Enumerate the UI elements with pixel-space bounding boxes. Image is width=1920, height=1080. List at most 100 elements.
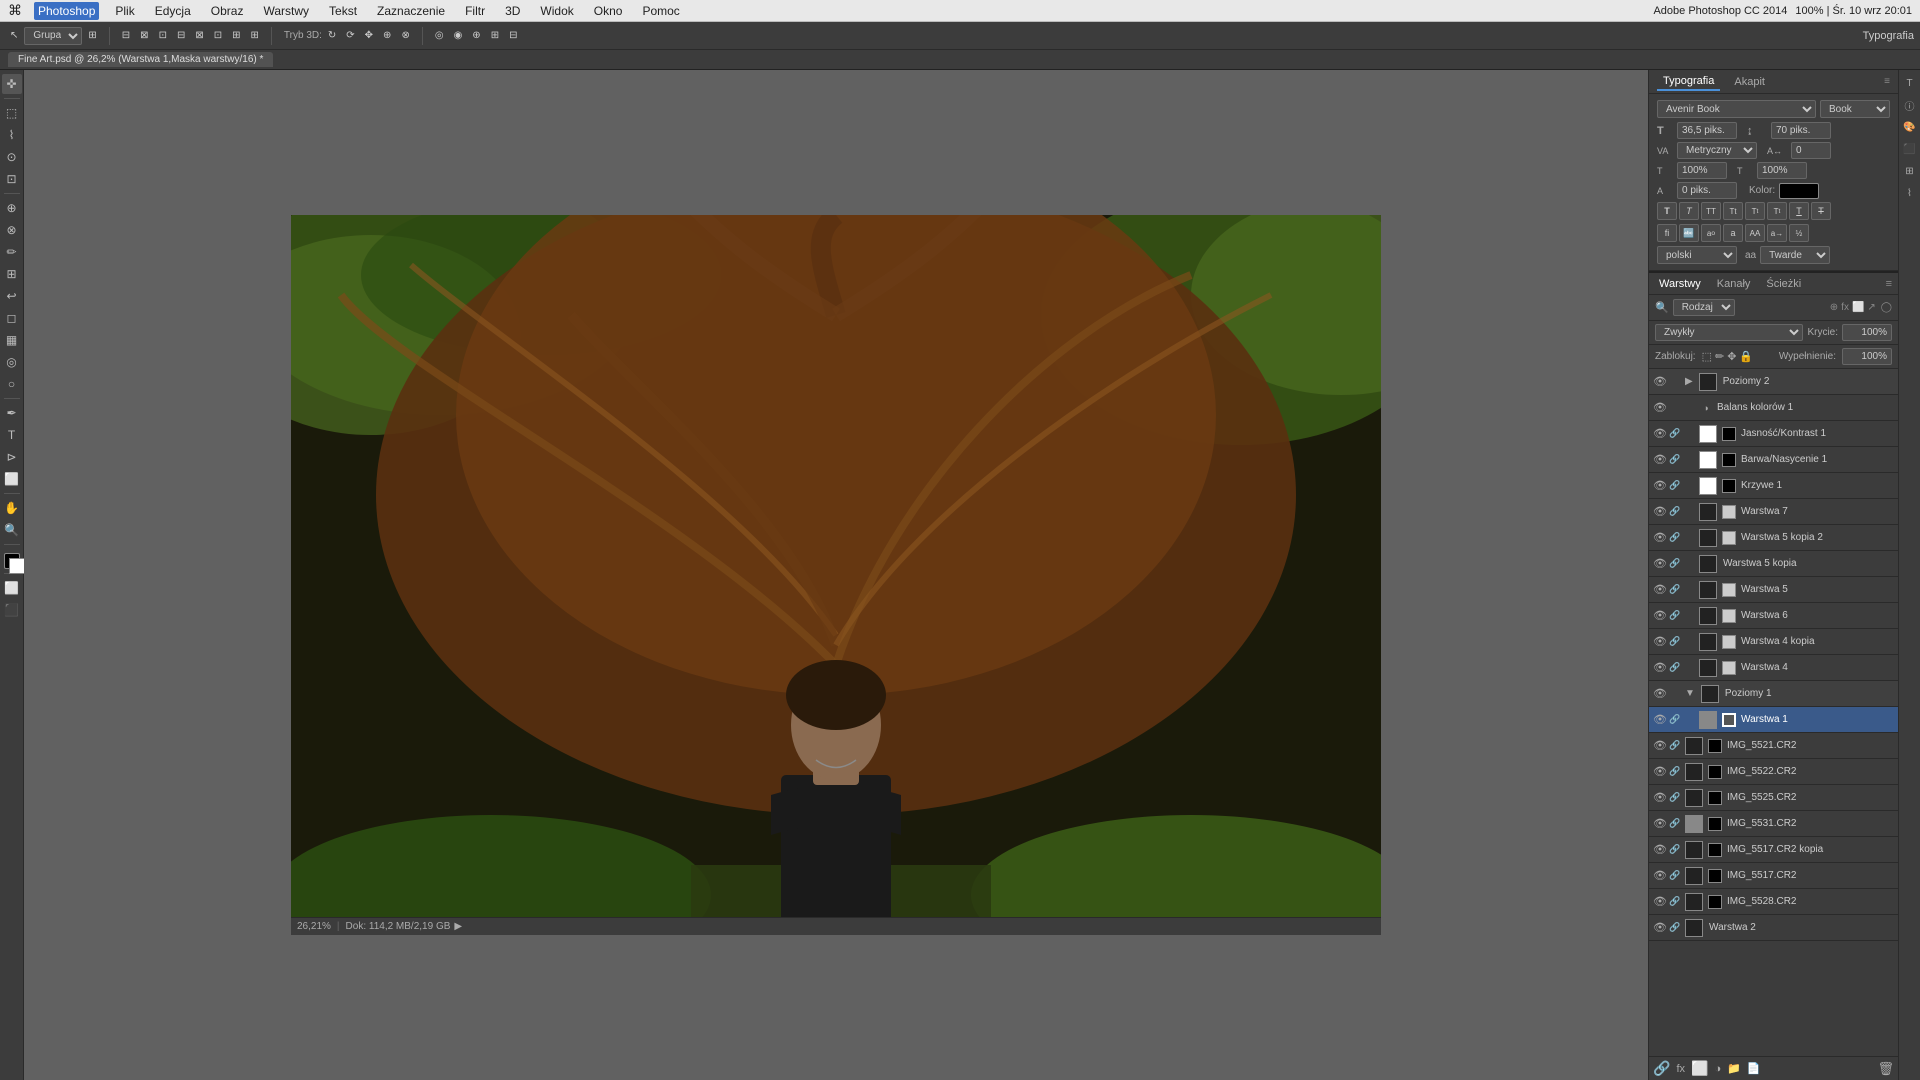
extra-btn-1[interactable]: ◎ bbox=[431, 28, 448, 43]
gradient-tool[interactable]: ▦ bbox=[2, 330, 22, 350]
link-layers-btn[interactable]: 🔗 bbox=[1653, 1060, 1670, 1077]
menu-plik[interactable]: Plik bbox=[111, 2, 138, 20]
tab-kanaly[interactable]: Kanały bbox=[1713, 276, 1755, 292]
filter-icon-2[interactable]: fx bbox=[1841, 302, 1849, 313]
menu-photoshop[interactable]: Photoshop bbox=[34, 2, 99, 20]
filter-icon-4[interactable]: ↗ bbox=[1867, 302, 1875, 313]
layer-item[interactable]: 👁 🔗 IMG_5525.CR2 bbox=[1649, 785, 1898, 811]
layer-item[interactable]: 👁 🔗 IMG_5517.CR2 kopia bbox=[1649, 837, 1898, 863]
visibility-icon[interactable]: 👁 bbox=[1653, 713, 1667, 727]
ligature-btn[interactable]: fi bbox=[1657, 224, 1677, 242]
visibility-icon[interactable]: 👁 bbox=[1653, 479, 1667, 493]
layer-item[interactable]: 👁 🔗 Warstwa 4 kopia bbox=[1649, 629, 1898, 655]
oldstyle-btn[interactable]: 🔤 bbox=[1679, 224, 1699, 242]
align-right-btn[interactable]: ⊡ bbox=[155, 28, 171, 43]
path-select-tool[interactable]: ⊳ bbox=[2, 447, 22, 467]
visibility-icon[interactable]: 👁 bbox=[1653, 791, 1667, 805]
strikethrough-btn[interactable]: T bbox=[1811, 202, 1831, 220]
eraser-tool[interactable]: ◻ bbox=[2, 308, 22, 328]
layer-item[interactable]: 👁 🔗 IMG_5522.CR2 bbox=[1649, 759, 1898, 785]
quick-mask-btn[interactable]: ⬜ bbox=[2, 578, 22, 598]
lasso-tool[interactable]: ⌇ bbox=[2, 125, 22, 145]
filter-icon-1[interactable]: ⊕ bbox=[1830, 302, 1838, 313]
layer-item[interactable]: 👁 🔗 IMG_5521.CR2 bbox=[1649, 733, 1898, 759]
add-adjustment-btn[interactable]: ◑ bbox=[1714, 1063, 1721, 1075]
panel-icon-color[interactable]: 🎨 bbox=[1901, 118, 1919, 136]
contextual-btn[interactable]: a→ bbox=[1767, 224, 1787, 242]
visibility-icon[interactable]: 👁 bbox=[1653, 505, 1667, 519]
layer-item[interactable]: 👁 🔗 Warstwa 1 bbox=[1649, 707, 1898, 733]
filter-toggle[interactable]: ◯ bbox=[1881, 302, 1892, 313]
language-select[interactable]: polski bbox=[1657, 246, 1737, 264]
layer-item[interactable]: 👁 🔗 Warstwa 2 bbox=[1649, 915, 1898, 941]
font-style-select[interactable]: Book bbox=[1820, 100, 1890, 118]
dist-v-btn[interactable]: ⊞ bbox=[247, 28, 263, 43]
doc-info-arrow[interactable]: ▶ bbox=[454, 921, 462, 932]
align-top-btn[interactable]: ⊟ bbox=[173, 28, 189, 43]
visibility-icon[interactable]: 👁 bbox=[1653, 765, 1667, 779]
sub-btn[interactable]: Tt bbox=[1767, 202, 1787, 220]
menu-warstwy[interactable]: Warstwy bbox=[259, 2, 313, 20]
menu-3d[interactable]: 3D bbox=[501, 2, 524, 20]
leading-input[interactable] bbox=[1771, 122, 1831, 139]
visibility-icon[interactable]: 👁 bbox=[1653, 427, 1667, 441]
tab-typografia[interactable]: Typografia bbox=[1657, 73, 1720, 91]
visibility-icon[interactable]: 👁 bbox=[1653, 661, 1667, 675]
panel-icon-typography[interactable]: T bbox=[1901, 74, 1919, 92]
extra-btn-2[interactable]: ◉ bbox=[450, 28, 467, 43]
quick-select-tool[interactable]: ⊙ bbox=[2, 147, 22, 167]
visibility-icon[interactable]: 👁 bbox=[1653, 687, 1667, 701]
visibility-icon[interactable]: 👁 bbox=[1653, 739, 1667, 753]
visibility-icon[interactable]: 👁 bbox=[1653, 635, 1667, 649]
visibility-icon[interactable]: 👁 bbox=[1653, 843, 1667, 857]
text-color-swatch[interactable] bbox=[1779, 183, 1819, 199]
new-layer-btn[interactable]: 📄 bbox=[1747, 1062, 1761, 1075]
smallcaps-btn[interactable]: Tt bbox=[1723, 202, 1743, 220]
visibility-icon[interactable]: 👁 bbox=[1653, 921, 1667, 935]
layer-item[interactable]: 👁 🔗 Warstwa 5 bbox=[1649, 577, 1898, 603]
visibility-icon[interactable]: 👁 bbox=[1653, 531, 1667, 545]
dodge-tool[interactable]: ○ bbox=[2, 374, 22, 394]
menu-widok[interactable]: Widok bbox=[536, 2, 577, 20]
opacity-input[interactable] bbox=[1842, 324, 1892, 341]
zoom-tool[interactable]: 🔍 bbox=[2, 520, 22, 540]
font-family-select[interactable]: Avenir Book bbox=[1657, 100, 1816, 118]
panel-icon-layers[interactable]: ⊞ bbox=[1901, 162, 1919, 180]
canvas-image[interactable] bbox=[291, 215, 1381, 935]
layer-item[interactable]: 👁 🔗 IMG_5517.CR2 bbox=[1649, 863, 1898, 889]
marquee-tool[interactable]: ⬚ bbox=[2, 103, 22, 123]
new-group-btn[interactable]: 📁 bbox=[1727, 1062, 1741, 1075]
lock-transparent-icon[interactable]: ⬚ bbox=[1702, 350, 1712, 363]
layer-item[interactable]: 👁 🔗 Warstwa 7 bbox=[1649, 499, 1898, 525]
3d-drag-btn[interactable]: ✥ bbox=[361, 28, 377, 43]
visibility-icon[interactable]: 👁 bbox=[1653, 557, 1667, 571]
layer-item[interactable]: 👁 🔗 IMG_5531.CR2 bbox=[1649, 811, 1898, 837]
foreground-color[interactable] bbox=[4, 553, 20, 569]
screen-mode-btn[interactable]: ⬛ bbox=[2, 600, 22, 620]
menu-tekst[interactable]: Tekst bbox=[325, 2, 361, 20]
brush-tool[interactable]: ✏ bbox=[2, 242, 22, 262]
kerning-select[interactable]: Metryczny bbox=[1677, 142, 1757, 159]
font-size-input[interactable] bbox=[1677, 122, 1737, 139]
visibility-icon[interactable]: 👁 bbox=[1653, 453, 1667, 467]
blur-tool[interactable]: ◎ bbox=[2, 352, 22, 372]
layer-item[interactable]: 👁 🔗 Jasność/Kontrast 1 bbox=[1649, 421, 1898, 447]
super-btn[interactable]: Tt bbox=[1745, 202, 1765, 220]
layer-item[interactable]: 👁 ◑ Balans kolorów 1 bbox=[1649, 395, 1898, 421]
ordinal-btn[interactable]: ao bbox=[1701, 224, 1721, 242]
group-arrow[interactable]: ▼ bbox=[1685, 688, 1695, 699]
heal-tool[interactable]: ⊗ bbox=[2, 220, 22, 240]
panel-icon-swatches[interactable]: ⬛ bbox=[1901, 140, 1919, 158]
document-tab[interactable]: Fine Art.psd @ 26,2% (Warstwa 1,Maska wa… bbox=[8, 52, 273, 67]
lock-all-icon[interactable]: 🔒 bbox=[1739, 350, 1753, 363]
panel-icon-info[interactable]: ⓘ bbox=[1901, 96, 1919, 114]
lock-move-icon[interactable]: ✥ bbox=[1727, 350, 1736, 363]
panel-icon-paths[interactable]: ⌇ bbox=[1901, 184, 1919, 202]
align-center-h-btn[interactable]: ⊠ bbox=[136, 28, 152, 43]
menu-filtr[interactable]: Filtr bbox=[461, 2, 489, 20]
clone-tool[interactable]: ⊞ bbox=[2, 264, 22, 284]
blend-mode-select[interactable]: Zwykły bbox=[1655, 324, 1803, 341]
layer-item[interactable]: 👁 🔗 Barwa/Nasycenie 1 bbox=[1649, 447, 1898, 473]
aa-method-select[interactable]: Twarde bbox=[1760, 246, 1830, 264]
swash-btn[interactable]: a bbox=[1723, 224, 1743, 242]
